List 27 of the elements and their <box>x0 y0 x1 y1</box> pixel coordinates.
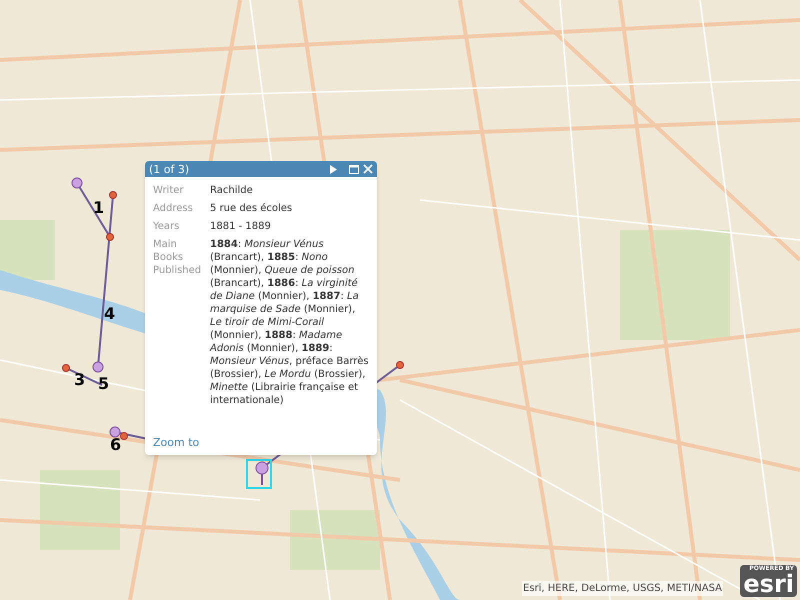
popup-title: (1 of 3) <box>149 164 190 174</box>
stop-marker[interactable] <box>106 233 114 241</box>
field-value: 1881 - 1889 <box>210 220 271 233</box>
next-icon[interactable] <box>329 164 337 174</box>
field-value: 5 rue des écoles <box>210 202 292 215</box>
field-label: Main Books Published <box>153 238 202 278</box>
stop-marker[interactable] <box>120 432 128 440</box>
route-number: 5 <box>98 376 110 392</box>
stop-marker[interactable] <box>396 361 404 369</box>
stop-marker[interactable] <box>109 191 117 199</box>
close-icon[interactable] <box>363 164 373 174</box>
field-value: Rachilde <box>210 184 253 197</box>
selection-frame <box>246 459 272 489</box>
attribution-text: Esri, HERE, DeLorme, USGS, METI/NASA <box>522 581 723 596</box>
zoom-to-link[interactable]: Zoom to <box>153 434 200 451</box>
logo-wordmark: esri <box>743 572 794 596</box>
route-number: 4 <box>104 306 116 322</box>
field-label: Years <box>153 220 180 233</box>
route-number: 3 <box>74 372 86 388</box>
field-label: Writer <box>153 184 185 197</box>
route-number: 6 <box>110 437 122 453</box>
stop-marker[interactable] <box>62 364 70 372</box>
route-number: 1 <box>93 200 104 216</box>
field-value: 1884: Monsieur Vénus (Brancart), 1885: Nono (Monnier), Queue de poisson (Brancart), 1886: La virginité de Diane (Monnier), 1887: La marquise de Sade (Monnier), Le tiroir de Mimi-Corail (Monnier), 1888: Madame Adonis (Monnier), 1889: Monsieur Vénus, préface Barrès (Brossier), Le Mordu (Brossier), Minette (Librairie française et internationale) <box>210 238 369 407</box>
maximize-icon[interactable] <box>349 164 359 174</box>
pin-icon <box>254 461 270 485</box>
field-label: Address <box>153 202 194 215</box>
